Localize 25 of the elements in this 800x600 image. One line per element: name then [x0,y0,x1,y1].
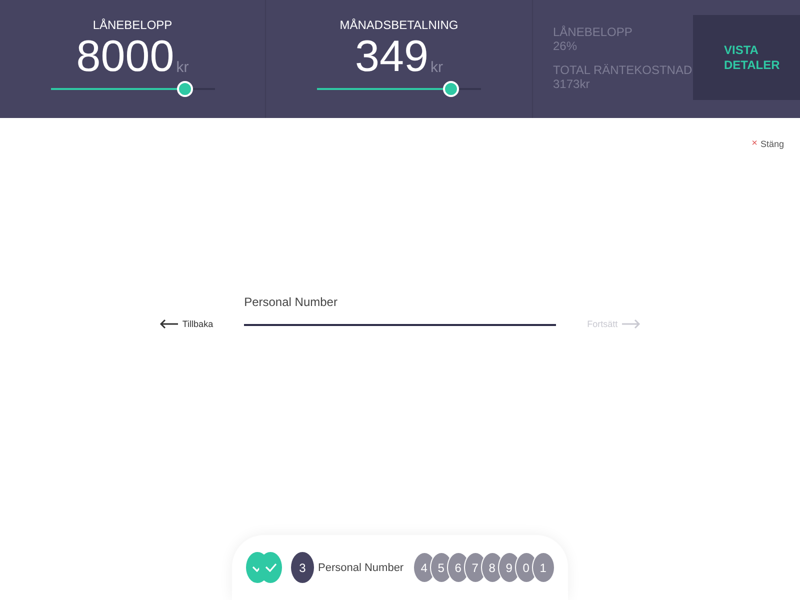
details-button[interactable]: VISTA DETALER [693,15,800,100]
close-button[interactable]: × Stäng [752,138,784,149]
stat-value: 3173kr [553,77,591,91]
amount-value: 8000 [76,34,174,80]
currency-unit: kr [176,59,189,76]
stat-label: LÅNEBELOPP [553,25,634,39]
stat-label: TOTAL RÄNTEKOSTNAD [553,63,692,77]
current-step: 3 [291,552,314,583]
slider-thumb[interactable] [176,81,193,97]
upcoming-step: 1 [532,552,555,583]
field-label: Personal Number [244,295,338,309]
personal-number-field[interactable] [244,322,556,326]
step-label: Personal Number [318,562,404,574]
left-arrow-icon [159,319,180,329]
slider-label: LÅNEBELOPP [92,18,172,32]
check-icon [264,563,276,572]
currency-unit: kr [430,59,443,76]
stat-value: 26% [553,39,578,53]
back-link[interactable]: Tillbaka [159,316,214,332]
amount-value: 349 [355,34,428,80]
slider-label: MÅNADSBETALNING [340,18,458,32]
slider-thumb[interactable] [443,81,460,97]
slider-track[interactable] [317,81,481,97]
right-arrow-icon [620,319,641,329]
slider-track[interactable] [50,81,214,97]
